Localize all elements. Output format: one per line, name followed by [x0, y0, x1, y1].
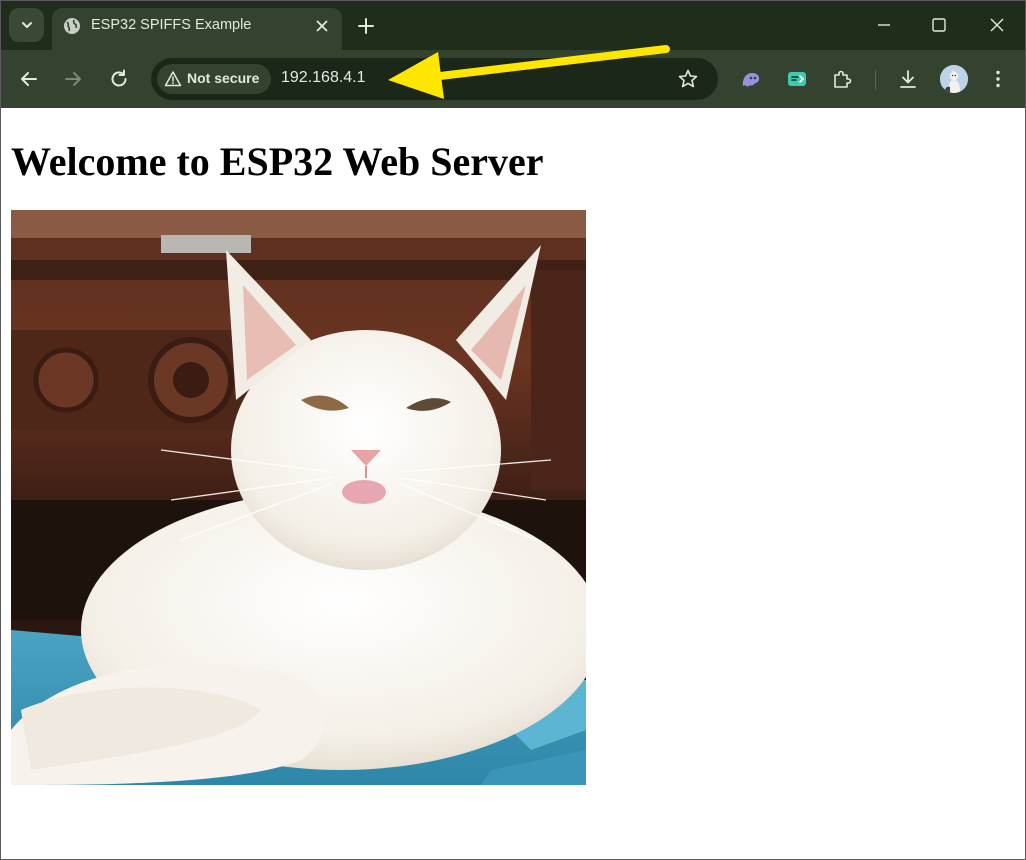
page-viewport: Welcome to ESP32 Web Server: [0, 108, 1026, 860]
puzzle-extensions-icon[interactable]: [830, 67, 854, 91]
tab-close-icon[interactable]: [313, 17, 331, 35]
page-heading: Welcome to ESP32 Web Server: [11, 139, 544, 184]
url-text[interactable]: 192.168.4.1: [281, 69, 366, 87]
cat-photo-illustration: [11, 210, 586, 785]
chat-extension-icon[interactable]: [785, 67, 809, 91]
profile-picture-icon: [940, 65, 968, 93]
reload-icon[interactable]: [107, 67, 131, 91]
active-tab[interactable]: ESP32 SPIFFS Example: [52, 8, 342, 50]
ghost-extension-icon[interactable]: [739, 67, 763, 91]
tab-title: ESP32 SPIFFS Example: [91, 17, 252, 33]
tab-strip: ESP32 SPIFFS Example: [0, 0, 1026, 50]
close-icon[interactable]: [984, 12, 1010, 38]
browser-toolbar: Not secure 192.168.4.1: [0, 50, 1026, 108]
new-tab-icon[interactable]: [354, 14, 378, 38]
security-label: Not secure: [187, 70, 260, 86]
profile-avatar[interactable]: [940, 65, 968, 93]
maximize-icon[interactable]: [926, 12, 952, 38]
more-menu-icon[interactable]: [986, 67, 1010, 91]
toolbar-separator: [875, 70, 876, 90]
back-arrow-icon[interactable]: [17, 67, 41, 91]
warning-icon: [164, 71, 182, 87]
tab-search-button[interactable]: [9, 8, 44, 42]
cat-image: [11, 210, 586, 785]
bookmark-star-icon[interactable]: [676, 67, 700, 91]
download-icon[interactable]: [896, 67, 920, 91]
minimize-icon[interactable]: [871, 12, 897, 38]
chevron-down-icon: [21, 22, 32, 28]
address-bar[interactable]: Not secure 192.168.4.1: [151, 58, 718, 100]
globe-icon: [64, 18, 80, 34]
forward-arrow-icon[interactable]: [61, 67, 85, 91]
